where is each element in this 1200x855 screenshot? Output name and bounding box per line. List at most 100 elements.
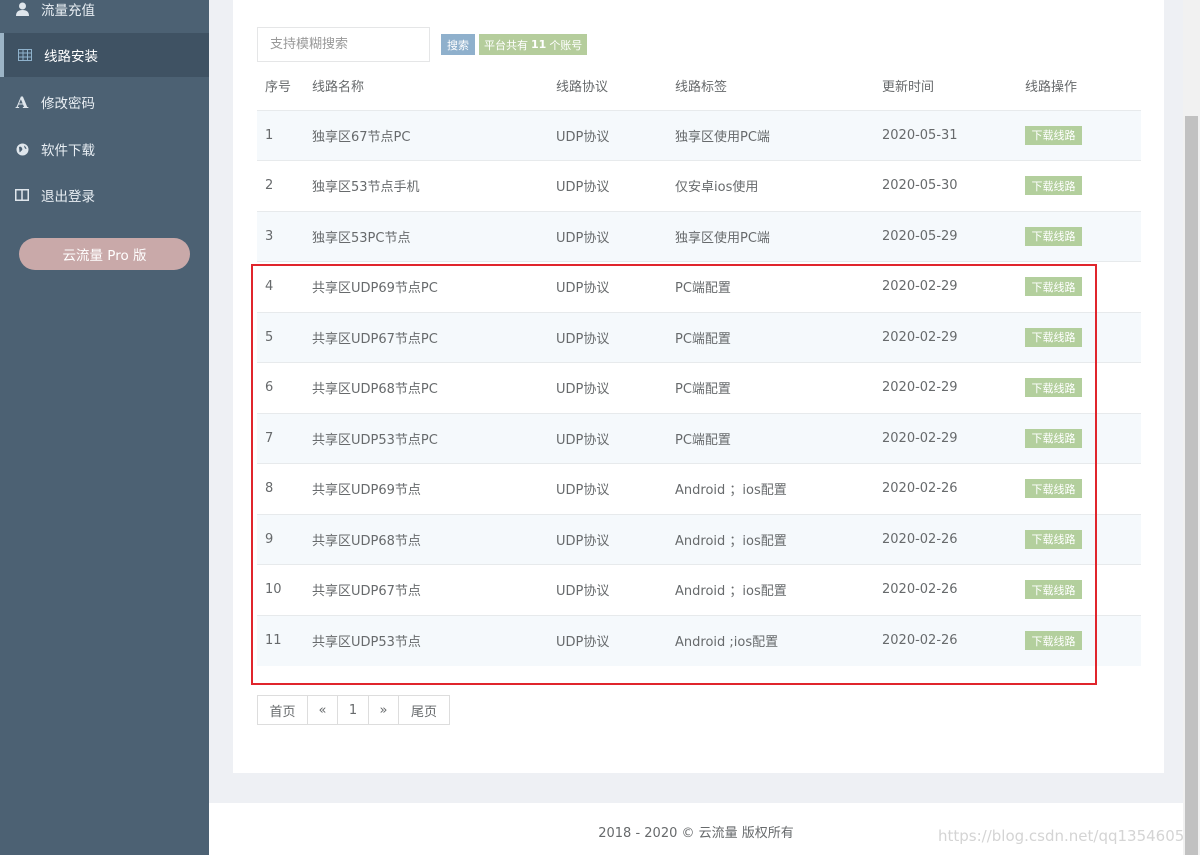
cell-protocol: UDP协议 — [556, 230, 610, 246]
cell-name: 独享区53PC节点 — [312, 230, 411, 246]
cell-index: 8 — [265, 481, 274, 497]
table-grid-icon — [17, 47, 33, 63]
search-button[interactable]: 搜索 — [441, 34, 475, 55]
route-list-panel: 搜索 平台共有 11 个账号 序号 线路名称 线路协议 线路标签 更新时间 线路… — [233, 0, 1164, 773]
scrollbar-thumb[interactable] — [1185, 116, 1198, 855]
download-route-button[interactable]: 下载线路 — [1025, 631, 1082, 650]
cell-index: 5 — [265, 329, 274, 345]
globe-icon — [14, 141, 30, 157]
sidebar-item-label: 退出登录 — [41, 189, 95, 205]
account-count: 11 — [531, 38, 547, 51]
table-row: 5 共享区UDP67节点PC UDP协议 PC端配置 2020-02-29 下载线路 — [257, 312, 1141, 363]
columns-icon — [14, 187, 30, 203]
download-route-button[interactable]: 下载线路 — [1025, 479, 1082, 499]
cell-index: 3 — [265, 228, 274, 244]
sidebar-item-label: 修改密码 — [41, 96, 95, 112]
cell-index: 11 — [265, 633, 282, 648]
cell-updated: 2020-02-26 — [882, 531, 958, 547]
cell-updated: 2020-05-30 — [882, 178, 958, 194]
search-input[interactable] — [257, 27, 430, 62]
sidebar-item-route-install[interactable]: 线路安装 — [0, 33, 209, 77]
font-a-icon: A — [15, 92, 29, 112]
table-row: 3 独享区53PC节点 UDP协议 独享区使用PC端 2020-05-29 下载线路 — [257, 211, 1141, 262]
cell-index: 9 — [265, 531, 274, 547]
cell-action: 下载线路 — [1025, 615, 1141, 666]
download-route-button[interactable]: 下载线路 — [1025, 226, 1082, 246]
cell-protocol: UDP协议 — [556, 584, 610, 600]
cell-index: 4 — [265, 279, 274, 295]
table-row: 10 共享区UDP67节点 UDP协议 Android ；ios配置 2020-02-2… — [257, 564, 1141, 616]
page-current-button[interactable]: 1 — [337, 695, 369, 725]
vertical-scrollbar[interactable] — [1183, 0, 1200, 855]
sidebar: 流量充值 线路安装 A 修改密码 软件下载 退出登录 云流量 Pro 版 — [0, 0, 209, 855]
table-row: 11 共享区UDP53节点 UDP协议 Android ;ios配置 2020-02-2… — [257, 615, 1141, 666]
cell-updated: 2020-05-29 — [882, 228, 958, 244]
route-table: 序号 线路名称 线路协议 线路标签 更新时间 线路操作 1 独享区67节点PC UD… — [257, 62, 1141, 666]
sidebar-item-recharge[interactable]: 流量充值 — [0, 0, 209, 31]
download-route-button[interactable]: 下载线路 — [1025, 277, 1082, 297]
sidebar-item-software-download[interactable]: 软件下载 — [0, 127, 209, 171]
page-next-button[interactable]: » — [368, 695, 399, 725]
download-route-button[interactable]: 下载线路 — [1025, 176, 1082, 196]
cell-tag: Android ；ios配置 — [675, 584, 787, 600]
cell-updated: 2020-02-29 — [882, 380, 958, 396]
header-action: 线路操作 — [1025, 80, 1078, 96]
download-route-button[interactable]: 下载线路 — [1025, 428, 1082, 448]
cell-name: 共享区UDP69节点 — [312, 483, 421, 499]
cell-name: 共享区UDP68节点 — [312, 533, 421, 549]
cell-updated: 2020-02-26 — [882, 633, 958, 648]
cell-protocol: UDP协议 — [556, 432, 610, 448]
cell-updated: 2020-05-31 — [882, 127, 958, 143]
header-updated: 更新时间 — [882, 80, 935, 96]
cell-protocol: UDP协议 — [556, 281, 610, 297]
sidebar-item-label: 流量充值 — [41, 3, 95, 19]
cell-index: 6 — [265, 380, 274, 396]
count-prefix: 平台共有 — [484, 38, 528, 52]
cell-tag: Android ；ios配置 — [675, 533, 787, 549]
table-row: 6 共享区UDP68节点PC UDP协议 PC端配置 2020-02-29 下载线路 — [257, 362, 1141, 414]
cell-index: 7 — [265, 430, 274, 446]
cell-protocol: UDP协议 — [556, 129, 610, 145]
pagination: 首页 « 1 » 尾页 — [257, 695, 450, 725]
cell-index: 10 — [265, 582, 282, 598]
cell-index: 2 — [265, 178, 274, 194]
download-route-button[interactable]: 下载线路 — [1025, 378, 1082, 398]
cell-tag: 独享区使用PC端 — [675, 230, 770, 246]
page-prev-button[interactable]: « — [307, 695, 338, 725]
header-tag: 线路标签 — [675, 80, 728, 96]
table-row: 9 共享区UDP68节点 UDP协议 Android ；ios配置 2020-02-26… — [257, 514, 1141, 565]
table-header-row: 序号 线路名称 线路协议 线路标签 更新时间 线路操作 — [257, 62, 1141, 110]
cell-name: 共享区UDP53节点PC — [312, 432, 438, 448]
download-route-button[interactable]: 下载线路 — [1025, 327, 1082, 347]
cell-action: 下载线路 — [1025, 464, 1141, 515]
table-row: 4 共享区UDP69节点PC UDP协议 PC端配置 2020-02-29 下载线路 — [257, 261, 1141, 313]
cell-name: 共享区UDP68节点PC — [312, 382, 438, 398]
user-icon — [14, 1, 30, 17]
cell-tag: 仅安卓ios使用 — [675, 180, 759, 196]
cell-index: 1 — [265, 127, 274, 143]
cell-tag: Android ;ios配置 — [675, 635, 779, 650]
cell-action: 下载线路 — [1025, 110, 1141, 161]
cell-action: 下载线路 — [1025, 363, 1141, 414]
pro-version-button[interactable]: 云流量 Pro 版 — [19, 238, 190, 270]
table-row: 7 共享区UDP53节点PC UDP协议 PC端配置 2020-02-29 下载线路 — [257, 413, 1141, 464]
page-first-button[interactable]: 首页 — [257, 695, 308, 725]
cell-action: 下载线路 — [1025, 262, 1141, 313]
count-suffix: 个账号 — [549, 38, 583, 52]
page-last-button[interactable]: 尾页 — [398, 695, 450, 725]
cell-protocol: UDP协议 — [556, 533, 610, 549]
header-index: 序号 — [265, 80, 292, 96]
download-route-button[interactable]: 下载线路 — [1025, 580, 1082, 600]
cell-name: 共享区UDP53节点 — [312, 635, 421, 650]
cell-protocol: UDP协议 — [556, 483, 610, 499]
cell-updated: 2020-02-26 — [882, 582, 958, 598]
sidebar-item-label: 软件下载 — [41, 143, 95, 159]
cell-protocol: UDP协议 — [556, 331, 610, 347]
download-route-button[interactable]: 下载线路 — [1025, 529, 1082, 549]
cell-name: 独享区53节点手机 — [312, 180, 420, 196]
download-route-button[interactable]: 下载线路 — [1025, 125, 1082, 145]
account-count-badge: 平台共有 11 个账号 — [479, 34, 588, 55]
sidebar-item-change-password[interactable]: A 修改密码 — [0, 80, 209, 124]
cell-updated: 2020-02-29 — [882, 430, 958, 446]
sidebar-item-logout[interactable]: 退出登录 — [0, 173, 209, 217]
